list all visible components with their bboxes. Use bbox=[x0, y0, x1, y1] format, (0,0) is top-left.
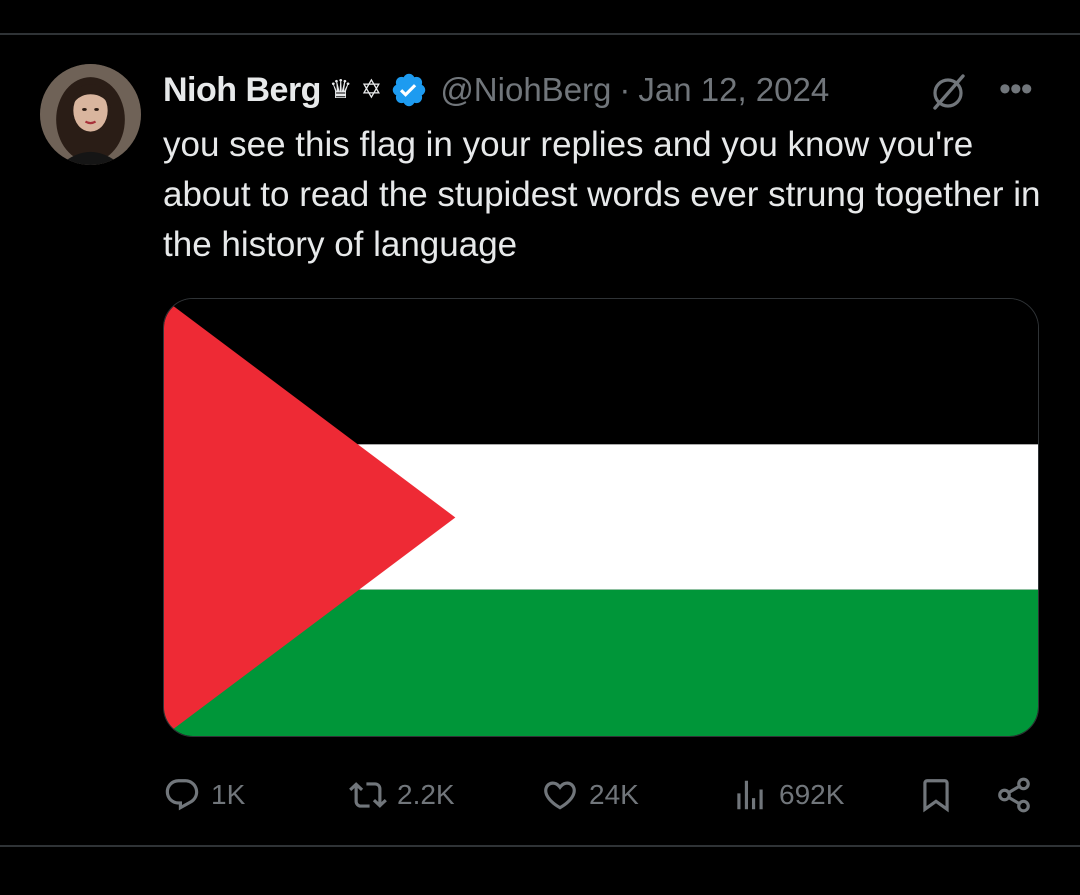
separator-dot: · bbox=[619, 71, 631, 108]
grok-icon[interactable] bbox=[929, 72, 969, 112]
tweet-text: you see this flag in your replies and yo… bbox=[163, 125, 1041, 264]
like-count: 24K bbox=[589, 779, 639, 810]
views-button[interactable]: 692K bbox=[731, 770, 844, 820]
views-icon bbox=[737, 780, 763, 810]
repost-count: 2.2K bbox=[397, 779, 455, 810]
badge-emojis: ♛ ✡ bbox=[328, 75, 383, 105]
views-count: 692K bbox=[779, 779, 845, 810]
repost-button[interactable]: 2.2K bbox=[349, 770, 455, 820]
flag-image bbox=[164, 299, 1038, 736]
repost-icon bbox=[349, 782, 387, 808]
avatar-image bbox=[40, 64, 141, 165]
share-button[interactable] bbox=[995, 770, 1033, 820]
bookmark-icon bbox=[923, 779, 949, 813]
reply-count: 1K bbox=[211, 779, 246, 810]
like-icon bbox=[544, 781, 576, 810]
verified-icon bbox=[393, 73, 426, 107]
bottom-divider bbox=[0, 845, 1080, 847]
tweet-header: Nioh Berg ♛ ✡ @NiohBerg · Jan 12, 2024 •… bbox=[163, 66, 1043, 114]
reply-icon bbox=[165, 779, 199, 811]
bookmark-button[interactable] bbox=[917, 770, 955, 820]
tweet-media[interactable] bbox=[163, 298, 1039, 737]
action-bar: 1K 2.2K 24K 692K bbox=[163, 770, 1043, 820]
like-button[interactable]: 24K bbox=[541, 770, 639, 820]
reply-button[interactable]: 1K bbox=[163, 770, 245, 820]
author-name[interactable]: Nioh Berg bbox=[163, 71, 321, 110]
more-icon[interactable]: ••• bbox=[999, 70, 1033, 109]
author-handle[interactable]: @NiohBerg bbox=[440, 71, 611, 109]
avatar[interactable] bbox=[40, 64, 141, 165]
tweet-date[interactable]: Jan 12, 2024 bbox=[638, 71, 829, 109]
top-divider bbox=[0, 33, 1080, 35]
share-icon bbox=[998, 777, 1030, 813]
